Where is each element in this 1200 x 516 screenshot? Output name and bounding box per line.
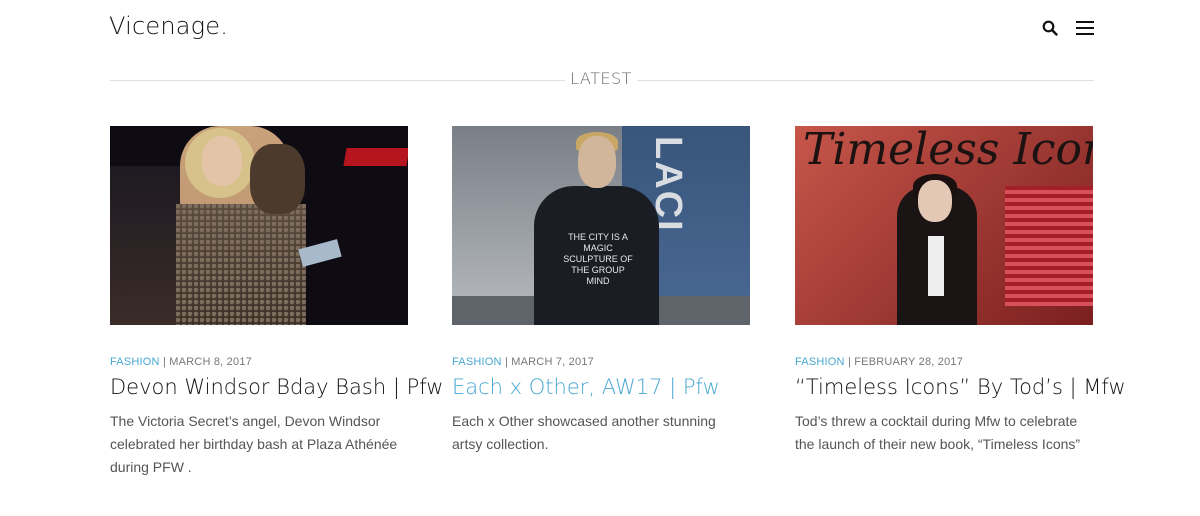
shirt-text: THE CITY IS A MAGIC SCULPTURE OF THE GRO… bbox=[563, 232, 633, 286]
post-card: FASHION | MARCH 8, 2017 Devon Windsor Bd… bbox=[110, 126, 443, 479]
menu-bar bbox=[1076, 21, 1094, 23]
post-title[interactable]: Devon Windsor Bday Bash | Pfw bbox=[110, 374, 443, 400]
post-image[interactable] bbox=[110, 126, 408, 325]
post-category[interactable]: FASHION bbox=[452, 356, 502, 368]
post-meta: FASHION | MARCH 7, 2017 bbox=[452, 356, 750, 368]
post-excerpt: Each x Other showcased another stunning … bbox=[452, 413, 716, 452]
post-image[interactable]: LACI THE CITY IS A MAGIC SCULPTURE OF TH… bbox=[452, 126, 750, 325]
hamburger-menu-icon[interactable] bbox=[1076, 21, 1094, 36]
search-icon[interactable] bbox=[1042, 20, 1058, 36]
red-light-shape bbox=[343, 148, 408, 166]
post-title[interactable]: Each x Other, AW17 | Pfw bbox=[452, 374, 750, 400]
stripe-pattern-shape bbox=[1005, 186, 1093, 306]
menu-bar bbox=[1076, 33, 1094, 35]
post-card: Timeless Icons FASHION | FEBRUARY 28, 20… bbox=[795, 126, 1126, 456]
post-date: | FEBRUARY 28, 2017 bbox=[847, 356, 964, 368]
post-card: LACI THE CITY IS A MAGIC SCULPTURE OF TH… bbox=[452, 126, 750, 456]
sequin-dress-shape bbox=[176, 204, 306, 325]
face-shape bbox=[918, 180, 952, 222]
post-title[interactable]: “Timeless Icons” By Tod’s | Mfw bbox=[795, 374, 1126, 400]
crowd-shape bbox=[110, 166, 180, 325]
image-sign-text: Timeless Icons bbox=[803, 126, 1093, 175]
face-shape bbox=[578, 136, 616, 188]
post-date: | MARCH 8, 2017 bbox=[162, 356, 252, 368]
post-category[interactable]: FASHION bbox=[795, 356, 845, 368]
face-shape bbox=[202, 136, 242, 186]
post-image[interactable]: Timeless Icons bbox=[795, 126, 1093, 325]
post-category[interactable]: FASHION bbox=[110, 356, 160, 368]
post-meta: FASHION | MARCH 8, 2017 bbox=[110, 356, 408, 368]
site-header: Vicenage. bbox=[0, 0, 1200, 60]
post-date: | MARCH 7, 2017 bbox=[504, 356, 594, 368]
section-title: LATEST bbox=[565, 69, 637, 88]
post-meta: FASHION | FEBRUARY 28, 2017 bbox=[795, 356, 1093, 368]
shirt-collar-shape bbox=[928, 236, 944, 296]
post-excerpt: Tod’s threw a cocktail during Mfw to cel… bbox=[795, 413, 1081, 452]
post-excerpt: The Victoria Secret’s angel, Devon Winds… bbox=[110, 413, 398, 475]
menu-bar bbox=[1076, 27, 1094, 29]
site-logo[interactable]: Vicenage. bbox=[109, 12, 228, 40]
man-shape bbox=[250, 144, 305, 214]
